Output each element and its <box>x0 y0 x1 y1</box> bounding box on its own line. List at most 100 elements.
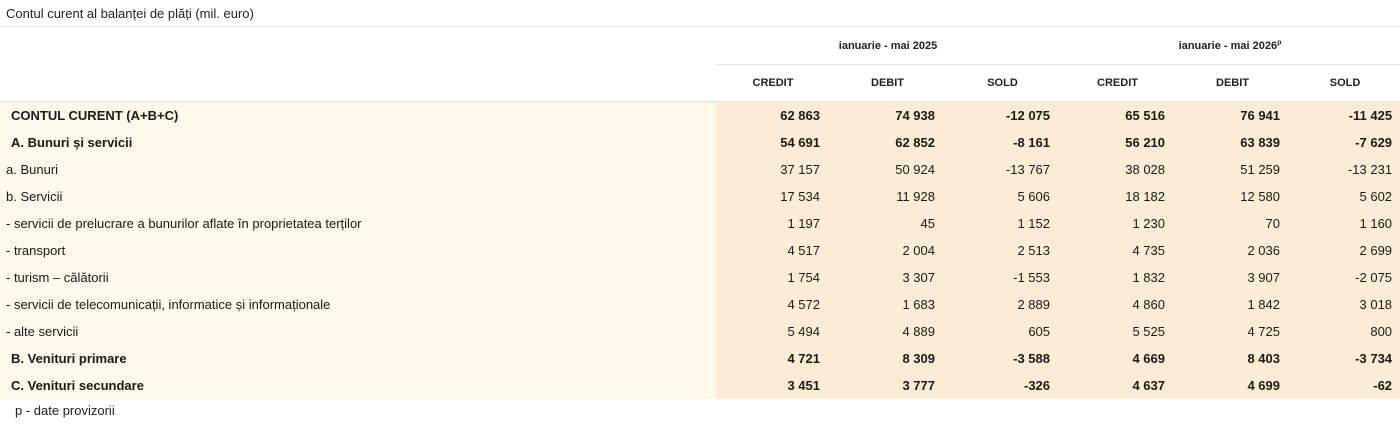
period-header-2025: ianuarie - mai 2025 <box>716 27 1061 65</box>
row-label: CONTUL CURENT (A+B+C) <box>0 101 716 129</box>
row-label-text: - servicii de prelucrare a bunurilor afl… <box>6 216 362 231</box>
column-header-debit: DEBIT <box>1175 64 1291 102</box>
value-cell: -2 075 <box>1290 264 1400 291</box>
row-label: C. Venituri secundare <box>0 372 716 399</box>
row-label-text: - alte servicii <box>6 324 79 339</box>
value-cell: 45 <box>830 210 945 237</box>
value-cell: 70 <box>1175 210 1291 237</box>
row-label-text: - servicii de telecomunicații, informati… <box>6 297 331 312</box>
row-label: A. Bunuri și servicii <box>0 129 716 156</box>
value-cell: 17 534 <box>716 183 830 210</box>
value-cell: 74 938 <box>830 101 945 129</box>
value-cell: 1 754 <box>716 264 830 291</box>
row-label-text: b. Servicii <box>6 189 63 204</box>
row-label-text: A. Bunuri și servicii <box>11 135 133 150</box>
table-body: CONTUL CURENT (A+B+C) 62 863 74 938 -12 075… <box>0 101 1400 399</box>
balance-of-payments-table: ianuarie - mai 2025 ianuarie - mai 2026p… <box>0 27 1400 399</box>
table-row: - alte servicii 5 494 4 889 605 5 525 4 725 80… <box>0 318 1400 345</box>
value-cell: -12 075 <box>945 101 1061 129</box>
row-label-text: - turism – călătorii <box>6 270 109 285</box>
value-cell: 12 580 <box>1175 183 1291 210</box>
value-cell: 51 259 <box>1175 156 1291 183</box>
value-cell: -13 231 <box>1290 156 1400 183</box>
row-label: b. Servicii <box>0 183 716 210</box>
value-cell: 1 683 <box>830 291 945 318</box>
value-cell: 8 403 <box>1175 345 1291 372</box>
table-row: - servicii de prelucrare a bunurilor afl… <box>0 210 1400 237</box>
row-label: - transport <box>0 237 716 264</box>
value-cell: 1 832 <box>1060 264 1176 291</box>
table-title: Contul curent al balanței de plăți (mil.… <box>0 0 1400 27</box>
value-cell: 2 036 <box>1175 237 1291 264</box>
value-cell: 62 863 <box>716 101 830 129</box>
value-cell: 3 777 <box>830 372 945 399</box>
value-cell: 3 307 <box>830 264 945 291</box>
column-header-credit: CREDIT <box>716 64 830 102</box>
table-row: B. Venituri primare 4 721 8 309 -3 588 4 669… <box>0 345 1400 372</box>
empty-header-cell <box>0 27 716 65</box>
column-header-credit: CREDIT <box>1060 64 1176 102</box>
value-cell: 4 889 <box>830 318 945 345</box>
value-cell: -326 <box>945 372 1061 399</box>
value-cell: 4 721 <box>716 345 830 372</box>
value-cell: 800 <box>1290 318 1400 345</box>
value-cell: 3 907 <box>1175 264 1291 291</box>
value-cell: -8 161 <box>945 129 1061 156</box>
value-cell: 8 309 <box>830 345 945 372</box>
row-label-text: - transport <box>6 243 66 258</box>
row-label-text: B. Venituri primare <box>11 351 127 366</box>
value-cell: 63 839 <box>1175 129 1291 156</box>
value-cell: 18 182 <box>1060 183 1176 210</box>
value-cell: 4 735 <box>1060 237 1176 264</box>
value-cell: 4 699 <box>1175 372 1291 399</box>
value-cell: 5 525 <box>1060 318 1176 345</box>
row-label: - turism – călătorii <box>0 264 716 291</box>
value-cell: 4 725 <box>1175 318 1291 345</box>
table-row: C. Venituri secundare 3 451 3 777 -326 4 637… <box>0 372 1400 399</box>
empty-header-cell <box>0 64 716 102</box>
row-label: B. Venituri primare <box>0 345 716 372</box>
value-cell: 3 451 <box>716 372 830 399</box>
column-header-sold: SOLD <box>1290 64 1400 102</box>
value-cell: 37 157 <box>716 156 830 183</box>
value-cell: 50 924 <box>830 156 945 183</box>
period-header-2026: ianuarie - mai 2026p <box>1060 27 1400 65</box>
table-row: - turism – călătorii 1 754 3 307 -1 553 1 83… <box>0 264 1400 291</box>
value-cell: 2 699 <box>1290 237 1400 264</box>
row-label: - alte servicii <box>0 318 716 345</box>
value-cell: 1 197 <box>716 210 830 237</box>
value-cell: -7 629 <box>1290 129 1400 156</box>
value-cell: 5 606 <box>945 183 1061 210</box>
table-row: CONTUL CURENT (A+B+C) 62 863 74 938 -12 075… <box>0 101 1400 129</box>
value-cell: 4 517 <box>716 237 830 264</box>
table-row: A. Bunuri și servicii 54 691 62 852 -8 161 5… <box>0 129 1400 156</box>
provisional-marker: p <box>1277 38 1282 46</box>
value-cell: 1 160 <box>1290 210 1400 237</box>
value-cell: 56 210 <box>1060 129 1176 156</box>
value-cell: 1 152 <box>945 210 1061 237</box>
value-cell: 4 637 <box>1060 372 1176 399</box>
value-cell: 65 516 <box>1060 101 1176 129</box>
value-cell: 11 928 <box>830 183 945 210</box>
value-cell: 3 018 <box>1290 291 1400 318</box>
value-cell: 1 230 <box>1060 210 1176 237</box>
row-label: a. Bunuri <box>0 156 716 183</box>
value-cell: 4 572 <box>716 291 830 318</box>
row-label-text: a. Bunuri <box>6 162 59 177</box>
value-cell: 2 004 <box>830 237 945 264</box>
value-cell: 5 602 <box>1290 183 1400 210</box>
value-cell: -3 588 <box>945 345 1061 372</box>
footnote: p - date provizorii <box>15 403 115 418</box>
value-cell: 54 691 <box>716 129 830 156</box>
row-label-text: CONTUL CURENT (A+B+C) <box>11 108 179 123</box>
value-cell: -3 734 <box>1290 345 1400 372</box>
row-label-text: C. Venituri secundare <box>11 378 144 393</box>
value-cell: -11 425 <box>1290 101 1400 129</box>
table-row: b. Servicii 17 534 11 928 5 606 18 182 12 580… <box>0 183 1400 210</box>
value-cell: 4 669 <box>1060 345 1176 372</box>
value-cell: 2 889 <box>945 291 1061 318</box>
value-cell: 1 842 <box>1175 291 1291 318</box>
value-cell: 5 494 <box>716 318 830 345</box>
table-row: - transport 4 517 2 004 2 513 4 735 2 036 2 69… <box>0 237 1400 264</box>
value-cell: 4 860 <box>1060 291 1176 318</box>
